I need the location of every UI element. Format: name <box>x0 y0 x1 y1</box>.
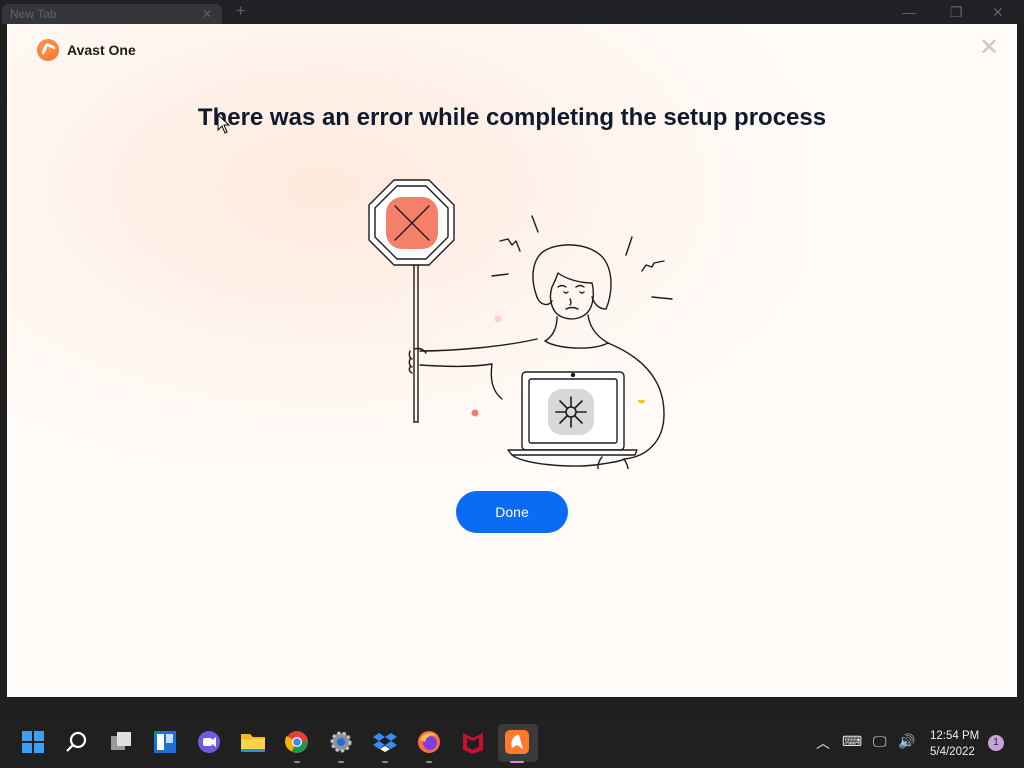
mcafee-icon[interactable] <box>460 729 486 755</box>
system-clock[interactable]: 12:54 PM 5/4/2022 <box>930 728 979 760</box>
brand-name: Avast One <box>67 42 136 58</box>
browser-tab[interactable]: New Tab ✕ <box>2 4 222 24</box>
search-icon[interactable] <box>64 729 90 755</box>
page-title: There was an error while completing the … <box>197 104 827 131</box>
done-button[interactable]: Done <box>456 491 568 533</box>
chevron-up-icon[interactable]: ︿ <box>816 733 830 753</box>
chrome-icon[interactable] <box>284 729 310 755</box>
network-icon[interactable]: 🖵 <box>873 733 887 750</box>
close-window-icon[interactable]: ✕ <box>992 4 1004 21</box>
avast-setup-dialog: Avast One ✕ There was an error while com… <box>7 24 1017 697</box>
error-illustration <box>368 179 673 469</box>
dropbox-icon[interactable] <box>372 729 398 755</box>
task-view-icon[interactable] <box>108 729 134 755</box>
firefox-icon[interactable] <box>416 729 442 755</box>
stop-sign-icon <box>368 179 455 423</box>
background-browser-titlebar: New Tab ✕ + — ❐ ✕ <box>0 0 1024 24</box>
new-tab-icon[interactable]: + <box>236 3 245 21</box>
notification-badge[interactable]: 1 <box>988 735 1004 751</box>
browser-tab-title: New Tab <box>10 7 57 21</box>
minimize-icon[interactable]: — <box>902 4 916 20</box>
clock-time: 12:54 PM <box>930 730 980 742</box>
clock-date: 5/4/2022 <box>930 746 975 758</box>
teams-chat-icon[interactable] <box>196 729 222 755</box>
avast-logo-icon <box>37 39 59 61</box>
gear-icon[interactable] <box>328 729 354 755</box>
close-icon[interactable]: ✕ <box>979 36 999 60</box>
windows-taskbar: ︿ ⌨ 🖵 🔊 12:54 PM 5/4/2022 1 <box>0 718 1024 768</box>
avast-icon[interactable] <box>504 729 530 755</box>
widgets-icon[interactable] <box>152 729 178 755</box>
keyboard-icon[interactable]: ⌨ <box>842 733 862 750</box>
close-tab-icon[interactable]: ✕ <box>202 4 212 24</box>
maximize-icon[interactable]: ❐ <box>950 4 963 21</box>
brand-header: Avast One <box>37 39 136 61</box>
volume-icon[interactable]: 🔊 <box>898 733 915 750</box>
folder-icon[interactable] <box>240 729 266 755</box>
mouse-cursor-icon <box>217 114 231 134</box>
windows-start-icon[interactable] <box>20 729 46 755</box>
